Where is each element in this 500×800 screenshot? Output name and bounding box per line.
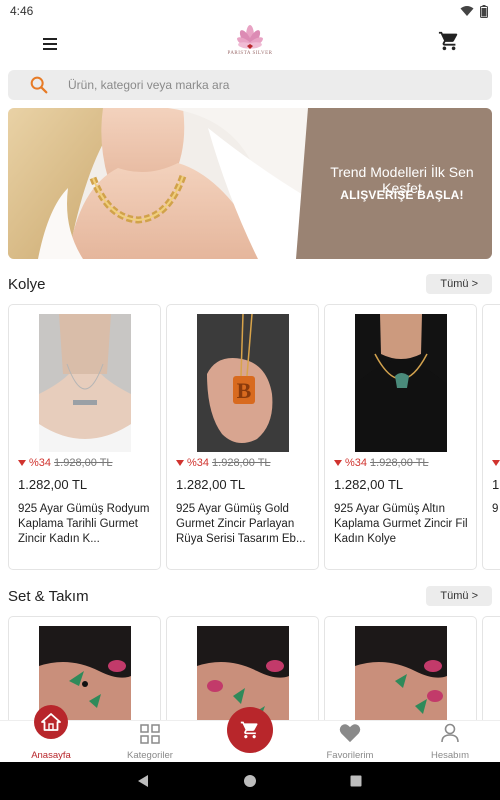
section-header-kolye: Kolye Tümü > xyxy=(8,272,492,296)
nav-categories-label: Kategoriler xyxy=(127,750,173,761)
discount-row: %34 1.928,00 TL xyxy=(176,457,271,469)
product-card[interactable]: %34 1.928,00 TL 1.282,00 TL 925 Ayar Güm… xyxy=(8,304,161,570)
old-price: 1.928,00 TL xyxy=(370,457,429,469)
section-title: Kolye xyxy=(8,275,46,293)
product-card[interactable] xyxy=(324,616,477,720)
product-card[interactable]: % 1 9 R G xyxy=(482,304,500,570)
user-icon xyxy=(441,723,459,743)
product-card[interactable] xyxy=(482,616,500,720)
see-all-button[interactable]: Tümü > xyxy=(426,274,492,294)
back-icon[interactable] xyxy=(136,774,150,788)
wifi-icon xyxy=(460,6,474,16)
product-card[interactable] xyxy=(8,616,161,720)
nav-home-label: Anasayfa xyxy=(31,750,71,761)
search-bar[interactable] xyxy=(8,70,492,100)
product-name: 9 R G xyxy=(492,503,500,515)
grid-icon xyxy=(140,724,160,744)
discount-down-icon xyxy=(334,460,342,466)
product-image-olive-bracelet-set xyxy=(355,626,447,720)
section-title: Set & Takım xyxy=(8,587,89,605)
product-name: 925 Ayar Gümüş Gold Gurmet Zincir Parlay… xyxy=(176,503,306,545)
nav-categories[interactable]: Kategoriler xyxy=(110,721,190,763)
product-price: 1.282,00 TL xyxy=(334,477,404,492)
nav-favorites[interactable]: Favorilerim xyxy=(310,721,390,763)
old-price: 1.928,00 TL xyxy=(54,457,113,469)
nav-account[interactable]: Hesabım xyxy=(410,721,490,763)
search-icon xyxy=(30,76,48,94)
home-icon xyxy=(41,713,61,731)
product-card[interactable] xyxy=(166,616,319,720)
heart-icon xyxy=(339,724,361,743)
discount-percent: %34 xyxy=(345,457,368,469)
status-time: 4:46 xyxy=(10,4,34,18)
discount-row: % xyxy=(492,457,500,469)
cart-icon xyxy=(240,721,258,739)
menu-button[interactable] xyxy=(38,32,62,56)
nav-account-label: Hesabım xyxy=(430,750,469,761)
home-fab[interactable] xyxy=(34,705,68,739)
product-name: 925 Ayar Gümüş Rodyum Kaplama Tarihli Gu… xyxy=(18,503,150,545)
cart-button[interactable] xyxy=(438,30,462,54)
battery-icon xyxy=(480,4,488,18)
discount-row: %34 1.928,00 TL xyxy=(334,457,429,469)
brand-logo[interactable]: PARISTA SILVER xyxy=(225,24,275,62)
cart-icon xyxy=(438,31,458,51)
discount-down-icon xyxy=(176,460,184,466)
product-image-olive-necklace-set xyxy=(197,626,289,720)
app-header: PARISTA SILVER xyxy=(0,22,500,66)
product-image-letter-b-necklace: B xyxy=(197,314,289,452)
see-all-button[interactable]: Tümü > xyxy=(426,586,492,606)
promo-banner[interactable]: Trend Modelleri İlk Sen Keşfet ALIŞVERİŞ… xyxy=(8,108,492,259)
discount-row: %34 1.928,00 TL xyxy=(18,457,113,469)
model-necklace-photo xyxy=(8,108,308,259)
status-icons xyxy=(460,4,488,18)
hamburger-icon xyxy=(43,38,57,50)
product-image-elephant-necklace xyxy=(355,314,447,452)
product-price: 1.282,00 TL xyxy=(176,477,246,492)
old-price: 1.928,00 TL xyxy=(212,457,271,469)
svg-text:B: B xyxy=(237,378,252,403)
search-input[interactable] xyxy=(68,78,448,92)
product-card[interactable]: %34 1.928,00 TL 1.282,00 TL 925 Ayar Güm… xyxy=(324,304,477,570)
system-navigation-bar xyxy=(0,762,500,800)
product-price: 1.282,00 TL xyxy=(18,477,88,492)
section-header-set-takim: Set & Takım Tümü > xyxy=(8,584,492,608)
cart-fab[interactable] xyxy=(227,707,273,753)
status-bar: 4:46 xyxy=(0,0,500,22)
discount-down-icon xyxy=(492,460,500,466)
product-image-necklace-silver xyxy=(39,314,131,452)
product-card[interactable]: B %34 1.928,00 TL 1.282,00 TL 925 Ayar G… xyxy=(166,304,319,570)
discount-percent: %34 xyxy=(29,457,52,469)
product-carousel-set-takim[interactable] xyxy=(8,616,500,720)
product-price: 1 xyxy=(492,477,500,492)
recents-icon[interactable] xyxy=(350,775,362,787)
product-name: 925 Ayar Gümüş Altın Kaplama Gurmet Zinc… xyxy=(334,503,468,545)
nav-favorites-label: Favorilerim xyxy=(326,750,374,761)
discount-down-icon xyxy=(18,460,26,466)
banner-cta[interactable]: ALIŞVERİŞE BAŞLA! xyxy=(312,188,492,202)
discount-percent: %34 xyxy=(187,457,210,469)
home-circle-icon[interactable] xyxy=(243,774,257,788)
product-carousel-kolye[interactable]: %34 1.928,00 TL 1.282,00 TL 925 Ayar Güm… xyxy=(8,304,500,572)
logo-text: PARISTA SILVER xyxy=(227,51,273,56)
lotus-logo-icon xyxy=(237,25,263,49)
